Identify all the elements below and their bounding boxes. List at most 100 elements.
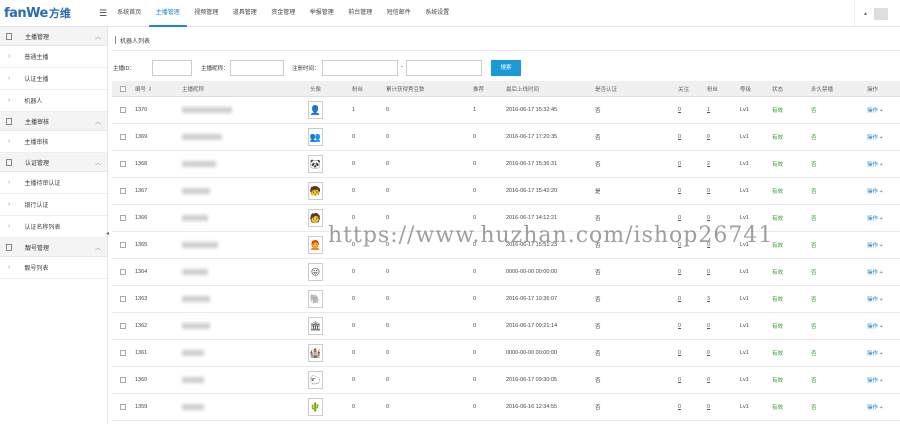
row-actions-button[interactable]: 操作 + bbox=[867, 232, 883, 258]
top-nav-item[interactable]: 主播管理 bbox=[148, 0, 187, 27]
row-checkbox[interactable] bbox=[120, 367, 126, 393]
sidebar-group[interactable]: 靓号管理 ︿ bbox=[0, 238, 107, 257]
row-checkbox[interactable] bbox=[120, 286, 126, 312]
row-actions-button[interactable]: 操作 + bbox=[867, 313, 883, 339]
row-actions-button[interactable]: 操作 + bbox=[867, 97, 883, 123]
menu-toggle-icon[interactable]: ☰ bbox=[96, 0, 110, 27]
column-header[interactable]: 关注 bbox=[678, 81, 689, 96]
top-nav-item[interactable]: 系统设置 bbox=[418, 0, 457, 27]
follow-count-link[interactable]: 0 bbox=[678, 394, 681, 420]
sidebar-item[interactable]: › 主播待审认证 bbox=[0, 172, 107, 194]
sidebar-group[interactable]: 主播管理 ︿ bbox=[0, 27, 107, 46]
reg-time-end-input[interactable] bbox=[406, 60, 482, 76]
fans2-count-link[interactable]: 0 bbox=[707, 340, 710, 366]
sidebar-item[interactable]: › 认证名称列表 bbox=[0, 216, 107, 238]
row-checkbox[interactable] bbox=[120, 178, 126, 204]
row-actions-button[interactable]: 操作 + bbox=[867, 367, 883, 393]
column-header[interactable]: 编号 ⇩ bbox=[135, 81, 152, 96]
sidebar-item[interactable]: › 认证主播 bbox=[0, 68, 107, 90]
top-nav-item[interactable]: 短信邮件 bbox=[380, 0, 419, 27]
user-menu[interactable]: ▲ bbox=[854, 0, 900, 27]
sidebar-item[interactable]: › 主播审核 bbox=[0, 131, 107, 153]
row-checkbox[interactable] bbox=[120, 124, 126, 150]
row-checkbox[interactable] bbox=[120, 232, 126, 258]
follow-count-link[interactable]: 0 bbox=[678, 151, 681, 177]
sidebar-group[interactable]: 主播审核 ︿ bbox=[0, 112, 107, 131]
row-actions-button[interactable]: 操作 + bbox=[867, 178, 883, 204]
reg-time-start-input[interactable] bbox=[322, 60, 398, 76]
column-header[interactable]: 最后上线时间 bbox=[506, 81, 539, 96]
avatar-thumbnail: 🧒 bbox=[308, 178, 323, 204]
sidebar-item[interactable]: › 靓号列表 bbox=[0, 257, 107, 279]
fans-value: 0 bbox=[352, 188, 356, 194]
follow-count-link[interactable]: 0 bbox=[678, 367, 681, 393]
select-all-checkbox[interactable] bbox=[120, 81, 126, 96]
row-actions-button[interactable]: 操作 + bbox=[867, 124, 883, 150]
row-actions-button[interactable]: 操作 + bbox=[867, 394, 883, 420]
top-nav-item[interactable]: 视频管理 bbox=[187, 0, 226, 27]
ban-value: 否 bbox=[811, 108, 817, 114]
last-value: 0000-00-00 00:00:00 bbox=[506, 269, 558, 275]
row-checkbox[interactable] bbox=[120, 313, 126, 339]
row-checkbox[interactable] bbox=[120, 259, 126, 285]
column-header[interactable]: 操作 bbox=[867, 81, 878, 96]
top-nav-item[interactable]: 资金管理 bbox=[264, 0, 303, 27]
column-header[interactable]: 累计获得秀豆数 bbox=[386, 81, 425, 96]
robot-table: 编号 ⇩ 主播昵称 头像 粉丝 累计获得秀豆数 推荐 最后上线时间 是否认证 关注 粉丝 等级 状态 永… bbox=[112, 81, 900, 421]
status-value: 有效 bbox=[772, 243, 784, 249]
follow-count-link[interactable]: 0 bbox=[678, 178, 681, 204]
fans2-count-link[interactable]: 0 bbox=[707, 259, 710, 285]
column-header[interactable]: 主播昵称 bbox=[182, 81, 204, 96]
collapse-sidebar-icon[interactable]: ◂ bbox=[106, 230, 110, 240]
row-checkbox[interactable] bbox=[120, 394, 126, 420]
row-checkbox[interactable] bbox=[120, 340, 126, 366]
fans2-count-link[interactable]: 1 bbox=[707, 97, 710, 123]
logo[interactable]: fanWe 方维 bbox=[0, 0, 96, 27]
last-value: 2016-06-17 17:20:35 bbox=[506, 134, 558, 140]
column-header[interactable]: 状态 bbox=[772, 81, 783, 96]
top-nav-item[interactable]: 系统首页 bbox=[110, 0, 149, 27]
host-id-input[interactable] bbox=[152, 60, 192, 76]
column-header[interactable]: 推荐 bbox=[473, 81, 484, 96]
row-actions-button[interactable]: 操作 + bbox=[867, 205, 883, 231]
row-actions-button[interactable]: 操作 + bbox=[867, 151, 883, 177]
follow-count-link[interactable]: 0 bbox=[678, 313, 681, 339]
column-header[interactable]: 粉丝 bbox=[707, 81, 718, 96]
host-name-label: 主播昵称： bbox=[201, 66, 229, 72]
top-nav-item[interactable]: 举报管理 bbox=[303, 0, 342, 27]
fans2-count-link[interactable]: 0 bbox=[707, 394, 710, 420]
column-header[interactable]: 头像 bbox=[310, 81, 321, 96]
fans2-count-link[interactable]: 2 bbox=[707, 151, 710, 177]
row-checkbox[interactable] bbox=[120, 205, 126, 231]
row-checkbox[interactable] bbox=[120, 151, 126, 177]
follow-count-link[interactable]: 0 bbox=[678, 97, 681, 123]
follow-count-link[interactable]: 0 bbox=[678, 124, 681, 150]
top-nav-item[interactable]: 前台管理 bbox=[341, 0, 380, 27]
sidebar-group[interactable]: 认证管理 ︿ bbox=[0, 153, 107, 172]
follow-count-link[interactable]: 0 bbox=[678, 259, 681, 285]
fans-value: 0 bbox=[352, 161, 356, 167]
fans2-count-link[interactable]: 0 bbox=[707, 313, 710, 339]
row-checkbox[interactable] bbox=[120, 97, 126, 123]
ban-value: 否 bbox=[811, 135, 817, 141]
follow-count-link[interactable]: 0 bbox=[678, 286, 681, 312]
beans-value: 0 bbox=[386, 161, 390, 167]
row-actions-button[interactable]: 操作 + bbox=[867, 340, 883, 366]
fans2-count-link[interactable]: 3 bbox=[707, 286, 710, 312]
host-name-input[interactable] bbox=[230, 60, 284, 76]
fans2-count-link[interactable]: 0 bbox=[707, 124, 710, 150]
column-header[interactable]: 是否认证 bbox=[595, 81, 617, 96]
row-actions-button[interactable]: 操作 + bbox=[867, 259, 883, 285]
sidebar-item[interactable]: › 银行认证 bbox=[0, 194, 107, 216]
sidebar-item[interactable]: › 普通主播 bbox=[0, 46, 107, 68]
search-button[interactable]: 搜索 bbox=[491, 60, 521, 76]
column-header[interactable]: 粉丝 bbox=[352, 81, 363, 96]
row-actions-button[interactable]: 操作 + bbox=[867, 286, 883, 312]
follow-count-link[interactable]: 0 bbox=[678, 340, 681, 366]
column-header[interactable]: 等级 bbox=[740, 81, 751, 96]
column-header[interactable]: 永久禁播 bbox=[811, 81, 833, 96]
fans2-count-link[interactable]: 0 bbox=[707, 367, 710, 393]
top-nav-item[interactable]: 道具管理 bbox=[226, 0, 265, 27]
fans2-count-link[interactable]: 0 bbox=[707, 178, 710, 204]
sidebar-item[interactable]: › 机器人 bbox=[0, 90, 107, 112]
